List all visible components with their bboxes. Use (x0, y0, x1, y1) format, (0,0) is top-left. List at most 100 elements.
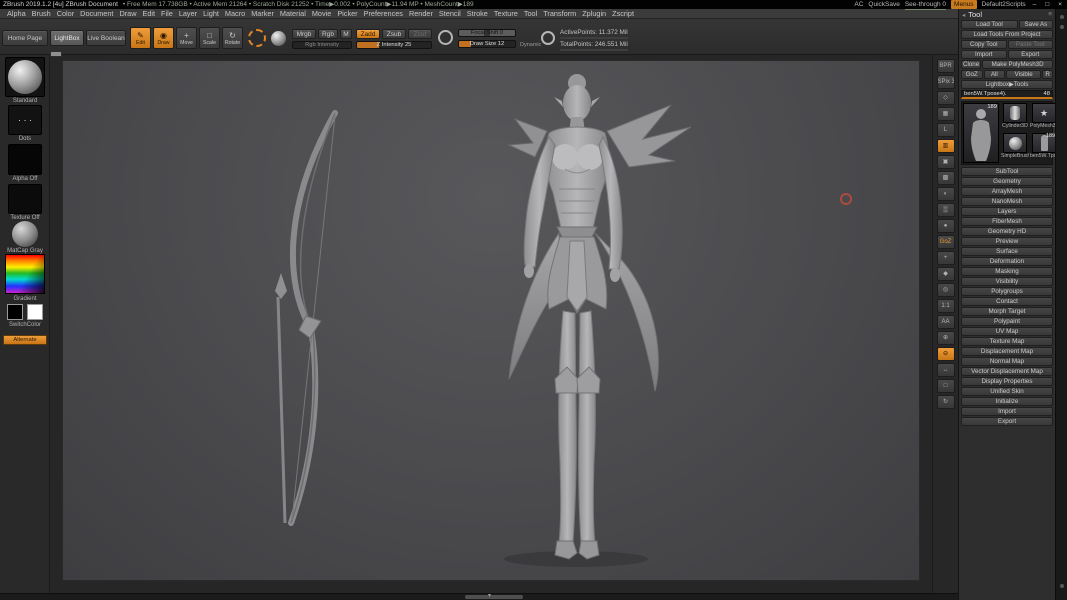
rgb-intensity-slider[interactable]: Rgb Intensity (292, 41, 352, 49)
section-texture-map[interactable]: Texture Map (961, 337, 1053, 346)
tool-thumb-simplebrush[interactable]: SimpleBrush (1001, 133, 1029, 162)
menu-light[interactable]: Light (200, 9, 222, 19)
solo-icon[interactable]: ● (936, 219, 955, 233)
menu-render[interactable]: Render (406, 9, 436, 19)
zadd-button[interactable]: Zadd (356, 29, 380, 39)
menu-macro[interactable]: Macro (222, 9, 248, 19)
local-transform-icon[interactable]: L (936, 123, 955, 137)
tool-thumb-cylinder3d[interactable]: Cylinder3D (1001, 103, 1029, 132)
import-tool-button[interactable]: Import (961, 50, 1007, 59)
menus-toggle[interactable]: Menus (951, 0, 977, 9)
menu-movie[interactable]: Movie (309, 9, 334, 19)
section-geometry-hd[interactable]: Geometry HD (961, 227, 1053, 236)
scale-mode-button[interactable]: □ Scale (199, 27, 220, 49)
zoom-icon[interactable]: ◎ (936, 283, 955, 297)
palette-menu-icon[interactable]: ≡ (1048, 11, 1052, 18)
menu-picker[interactable]: Picker (334, 9, 360, 19)
lightbox-tools-button[interactable]: Lightbox▶Tools (961, 80, 1053, 89)
section-nanomesh[interactable]: NanoMesh (961, 197, 1053, 206)
polyframe-icon[interactable]: ▩ (936, 171, 955, 185)
zsub-button[interactable]: Zsub (382, 29, 406, 39)
section-normal-map[interactable]: Normal Map (961, 357, 1053, 366)
current-alpha-thumb[interactable] (8, 144, 42, 175)
tool-name-slider[interactable]: ben5W.Tpose4). 48 (961, 90, 1053, 99)
move-mode-button[interactable]: + Move (176, 27, 197, 49)
default-scripts-button[interactable]: Default2Scripts (982, 0, 1026, 9)
section-polypaint[interactable]: Polypaint (961, 317, 1053, 326)
bpr-render-icon[interactable]: BPR (936, 59, 955, 73)
menu-zplugin[interactable]: Zplugin (579, 9, 609, 19)
goz-button[interactable]: GoZ (961, 70, 983, 79)
menu-preferences[interactable]: Preferences (361, 9, 406, 19)
section-import[interactable]: Import (961, 407, 1053, 416)
sculptris-pro-toggle[interactable] (248, 29, 266, 47)
live-boolean-button[interactable]: Live Boolean (86, 30, 126, 46)
draw-size-slider[interactable]: Draw Size 12 (458, 40, 516, 48)
section-contact[interactable]: Contact (961, 297, 1053, 306)
z-intensity-slider[interactable]: Z Intensity 25 (356, 41, 432, 49)
home-page-button[interactable]: Home Page (2, 30, 48, 46)
rotate-view-icon[interactable]: ↻ (936, 395, 955, 409)
export-tool-button[interactable]: Export (1007, 50, 1053, 59)
section-arraymesh[interactable]: ArrayMesh (961, 187, 1053, 196)
persp-icon[interactable]: ◇ (936, 91, 955, 105)
mrgb-button[interactable]: Mrgb (292, 29, 316, 39)
palette-collapse-icon[interactable]: ◂ (962, 11, 965, 19)
transparency-icon[interactable]: ◐ (936, 187, 955, 201)
close-button[interactable]: × (1056, 0, 1064, 9)
section-unified-skin[interactable]: Unified Skin (961, 387, 1053, 396)
rgb-button[interactable]: Rgb (318, 29, 338, 39)
current-texture-thumb[interactable] (8, 184, 42, 214)
section-deformation[interactable]: Deformation (961, 257, 1053, 266)
section-polygroups[interactable]: Polygroups (961, 287, 1053, 296)
maximize-button[interactable]: □ (1043, 0, 1051, 9)
draw-mode-button[interactable]: ◉ Draw (153, 27, 174, 49)
dynamic-draw-size-icon[interactable] (541, 31, 555, 45)
section-surface[interactable]: Surface (961, 247, 1053, 256)
lightbox-button[interactable]: LightBox (50, 30, 84, 46)
m-button[interactable]: M (340, 29, 352, 39)
ghost-icon[interactable]: ▒ (936, 203, 955, 217)
right-tray-divider[interactable] (1055, 9, 1067, 600)
edit-mode-button[interactable]: ✎ Edit (130, 27, 151, 49)
dynamic-label[interactable]: Dynamic (520, 42, 541, 48)
focal-shift-slider[interactable]: Focal Shift 0 (458, 29, 516, 37)
section-morph-target[interactable]: Morph Target (961, 307, 1053, 316)
menu-stencil[interactable]: Stencil (436, 9, 464, 19)
load-tools-from-project-button[interactable]: Load Tools From Project (961, 30, 1053, 39)
menu-brush[interactable]: Brush (29, 9, 54, 19)
minimize-button[interactable]: – (1031, 0, 1039, 9)
current-tool-preview[interactable]: 189 (963, 103, 999, 163)
section-masking[interactable]: Masking (961, 267, 1053, 276)
brush-curve-icon[interactable] (438, 30, 453, 45)
menu-file[interactable]: File (158, 9, 176, 19)
menu-stroke[interactable]: Stroke (464, 9, 491, 19)
section-initialize[interactable]: Initialize (961, 397, 1053, 406)
alternate-button[interactable]: Alternate (3, 335, 47, 345)
horizontal-scroll-thumb[interactable] (465, 595, 523, 599)
material-preview-sphere[interactable] (271, 31, 286, 46)
floor-grid-icon[interactable]: ▦ (936, 107, 955, 121)
rotate-mode-button[interactable]: ↻ Rotate (222, 27, 243, 49)
menu-document[interactable]: Document (77, 9, 116, 19)
load-tool-button[interactable]: Load Tool (961, 20, 1018, 29)
zoom-out-icon[interactable]: ⊖ (936, 347, 955, 361)
menu-alpha[interactable]: Alpha (4, 9, 29, 19)
menu-layer[interactable]: Layer (176, 9, 200, 19)
secondary-color-swatch[interactable] (27, 304, 43, 320)
goz-r-button[interactable]: R (1042, 70, 1053, 79)
menu-zscript[interactable]: Zscript (609, 9, 637, 19)
scroll-icon[interactable]: ◆ (936, 267, 955, 281)
scale-view-icon[interactable]: □ (936, 379, 955, 393)
xpose-icon[interactable]: + (936, 251, 955, 265)
menu-texture[interactable]: Texture (491, 9, 521, 19)
clone-button[interactable]: Clone (961, 60, 982, 69)
menu-tool[interactable]: Tool (521, 9, 540, 19)
quicksave-button[interactable]: QuickSave (868, 0, 899, 9)
menu-marker[interactable]: Marker (248, 9, 277, 19)
pan-icon[interactable]: ↔ (936, 363, 955, 377)
tool-thumb-current-mesh[interactable]: 189 ben5W.Tpose4) (1030, 133, 1058, 162)
goz-all-button[interactable]: All (983, 70, 1006, 79)
section-displacement-map[interactable]: Displacement Map (961, 347, 1053, 356)
tool-thumb-polymesh3d[interactable]: ★ PolyMesh3D (1030, 103, 1058, 132)
